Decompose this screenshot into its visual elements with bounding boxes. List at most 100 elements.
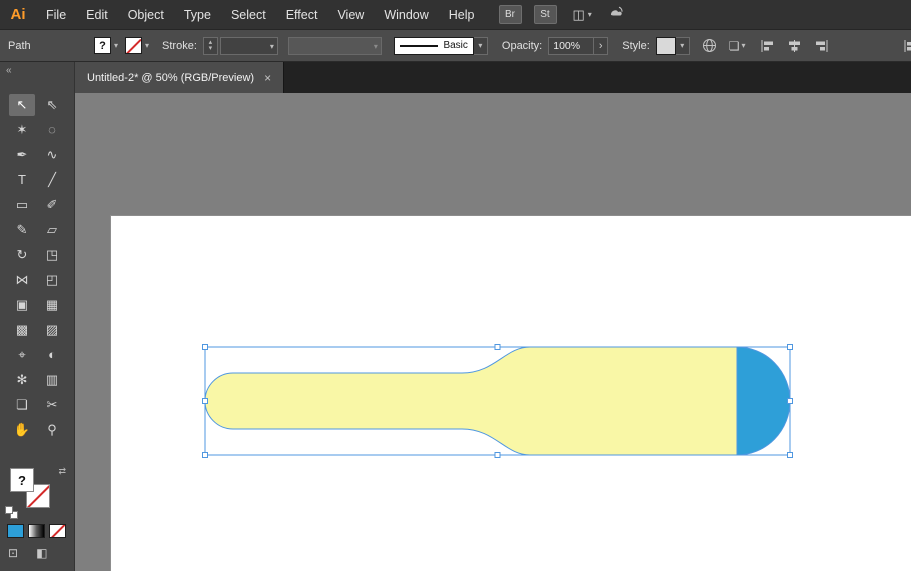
menu-object[interactable]: Object [118, 0, 174, 29]
shape-builder-tool[interactable]: ▣ [9, 294, 35, 316]
artwork-layer [202, 344, 793, 458]
mesh-tool[interactable]: ▩ [9, 319, 35, 341]
align-right-button[interactable] [814, 39, 829, 53]
perspective-grid-tool[interactable]: ▦ [39, 294, 65, 316]
document-tab-title: Untitled-2* @ 50% (RGB/Preview) [87, 71, 255, 84]
align-buttons [760, 39, 829, 53]
selection-handle[interactable] [494, 452, 501, 458]
chevron-down-icon: ▾ [587, 10, 592, 19]
brush-preview: Basic [393, 36, 474, 55]
none-button[interactable] [49, 524, 66, 538]
brush-name: Basic [443, 40, 468, 51]
draw-mode-button[interactable]: ⊡ [8, 546, 18, 560]
width-tool[interactable]: ⋈ [9, 269, 35, 291]
rotate-tool[interactable]: ↻ [9, 244, 35, 266]
panel-bottom-buttons: ⊡ ◧ [8, 546, 47, 560]
rectangle-tool[interactable]: ▭ [9, 194, 35, 216]
globe-icon [702, 39, 716, 52]
scale-tool[interactable]: ◳ [39, 244, 65, 266]
stroke-weight-label: Stroke: [162, 39, 197, 52]
workspace-switcher[interactable]: ◫ ▾ [573, 7, 592, 23]
chevron-down-icon: ▾ [680, 41, 685, 50]
document-setup-button[interactable]: ❏ ▾ [729, 39, 746, 53]
selection-handle[interactable] [787, 398, 793, 404]
document-info-button[interactable] [702, 38, 717, 53]
illustrator-window: Ai File Edit Object Type Select Effect V… [0, 0, 911, 571]
curvature-tool[interactable]: ∿ [39, 144, 65, 166]
pen-tool[interactable]: ✒ [9, 144, 35, 166]
stock-button[interactable]: St [533, 5, 557, 24]
close-icon[interactable]: × [264, 71, 271, 85]
zoom-tool[interactable]: ⚲ [39, 419, 65, 441]
align-center-button[interactable] [787, 39, 802, 53]
column-graph-tool[interactable]: ▥ [39, 369, 65, 391]
menu-file[interactable]: File [36, 0, 76, 29]
document-tab[interactable]: Untitled-2* @ 50% (RGB/Preview) × [75, 62, 285, 93]
brush-definition-select[interactable]: Basic ▾ [393, 36, 488, 55]
magic-wand-tool[interactable]: ✶ [9, 119, 35, 141]
hand-tool[interactable]: ✋ [9, 419, 35, 441]
style-dropdown-button[interactable]: ▾ [675, 36, 690, 55]
eyedropper-tool[interactable]: ⌖ [9, 344, 35, 366]
stroke-weight-stepper[interactable]: ▴ ▾ [202, 36, 218, 55]
fill-color-swatch[interactable]: ? [94, 37, 111, 54]
selection-tool[interactable]: ↖ [9, 93, 35, 116]
menu-help[interactable]: Help [439, 0, 485, 29]
selection-handle[interactable] [202, 398, 208, 404]
chevron-down-icon: ▾ [741, 41, 746, 50]
blend-tool[interactable]: ◐ [39, 344, 65, 366]
shape-cap[interactable] [736, 346, 791, 456]
lasso-tool[interactable]: ◌ [39, 119, 65, 141]
selection-handle[interactable] [202, 344, 208, 350]
sync-icon[interactable] [608, 4, 625, 25]
shape-body[interactable] [204, 346, 738, 456]
direct-selection-tool[interactable]: ⇖ [39, 94, 65, 116]
style-swatch[interactable] [655, 36, 676, 55]
color-button[interactable] [7, 524, 24, 538]
none-slash-icon [126, 38, 142, 53]
distribute-button[interactable] [903, 39, 911, 53]
free-transform-tool[interactable]: ◰ [39, 269, 65, 291]
fill-stroke-controls: ? ⇄ [5, 466, 66, 522]
fill-swatch[interactable]: ? [10, 468, 34, 492]
control-bar: Path ? ▾ ▾ Stroke: ▴ ▾ ▾ ▾ Basic ▾ Opaci… [0, 30, 911, 62]
menu-type[interactable]: Type [174, 0, 221, 29]
menu-window[interactable]: Window [374, 0, 438, 29]
selection-handle[interactable] [494, 344, 501, 350]
stroke-color-swatch[interactable] [125, 37, 143, 54]
gradient-button[interactable] [28, 524, 45, 538]
slice-tool[interactable]: ✂ [39, 394, 65, 416]
none-slash-icon [50, 525, 65, 537]
type-tool[interactable]: T [9, 169, 35, 191]
brush-dropdown-button[interactable]: ▾ [473, 36, 488, 55]
eraser-tool[interactable]: ▱ [39, 219, 65, 241]
stroke-dropdown-icon[interactable]: ▾ [145, 41, 149, 50]
collapse-panel-button[interactable]: « [6, 65, 12, 76]
menu-view[interactable]: View [327, 0, 374, 29]
menu-select[interactable]: Select [221, 0, 276, 29]
screen-mode-button[interactable]: ◧ [36, 546, 47, 560]
shaper-tool[interactable]: ✎ [9, 219, 35, 241]
fill-dropdown-icon[interactable]: ▾ [114, 41, 118, 50]
symbol-sprayer-tool[interactable]: ✻ [9, 369, 35, 391]
stroke-weight-select[interactable]: ▾ [219, 36, 278, 55]
document-icon: ❏ [728, 38, 740, 53]
menu-edit[interactable]: Edit [76, 0, 118, 29]
line-segment-tool[interactable]: ╱ [39, 169, 65, 191]
opacity-dropdown-button[interactable]: › [594, 36, 609, 55]
bridge-button[interactable]: Br [498, 5, 522, 24]
opacity-input[interactable] [548, 36, 595, 55]
align-left-button[interactable] [760, 39, 775, 53]
selection-handle[interactable] [202, 452, 208, 458]
artboard-tool[interactable]: ❏ [9, 394, 35, 416]
canvas[interactable] [75, 93, 911, 571]
swap-fill-stroke-icon[interactable]: ⇄ [58, 466, 66, 477]
default-fill-stroke-icon[interactable] [5, 506, 19, 520]
selection-handle[interactable] [787, 452, 793, 458]
menu-effect[interactable]: Effect [276, 0, 328, 29]
selection-handle[interactable] [787, 344, 793, 350]
paintbrush-tool[interactable]: ✐ [39, 194, 65, 216]
brush-stroke-preview [399, 44, 439, 47]
gradient-tool[interactable]: ▨ [39, 319, 65, 341]
stepper-down-icon[interactable]: ▾ [209, 45, 213, 52]
